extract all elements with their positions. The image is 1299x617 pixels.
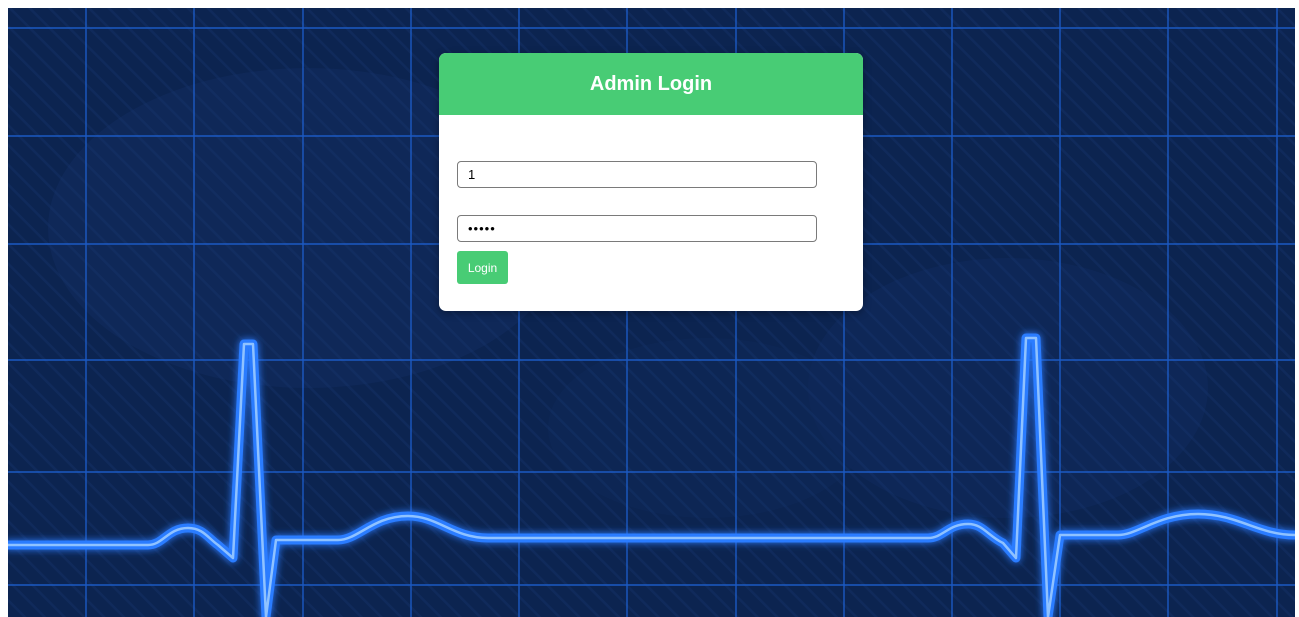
password-input[interactable]	[457, 215, 817, 242]
login-card: Admin Login Login	[439, 53, 863, 311]
login-form: Login	[439, 115, 863, 311]
login-card-header: Admin Login	[439, 53, 863, 115]
page-background: Admin Login Login	[8, 8, 1295, 617]
username-input[interactable]	[457, 161, 817, 188]
login-title: Admin Login	[589, 72, 713, 95]
login-button[interactable]: Login	[457, 251, 508, 284]
page-edge	[1295, 0, 1299, 617]
